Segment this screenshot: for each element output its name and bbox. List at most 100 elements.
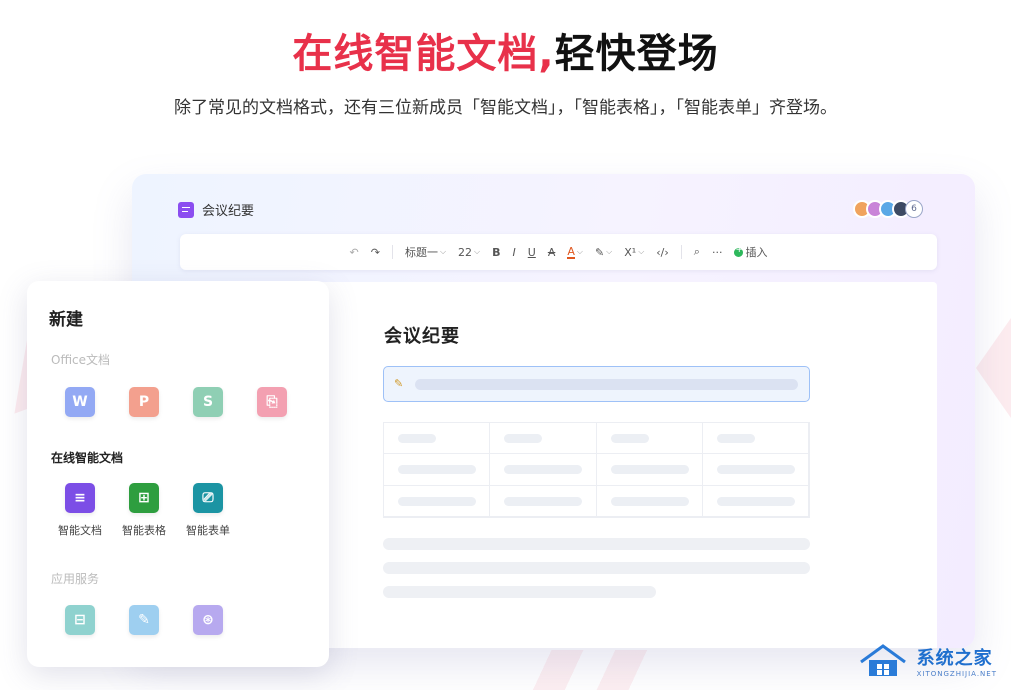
text-placeholder bbox=[504, 434, 543, 443]
hero-title-rest: 轻快登场 bbox=[554, 31, 719, 77]
smart-doc-label: 智能文档 bbox=[58, 524, 102, 537]
document-icon bbox=[178, 201, 194, 218]
text-placeholder bbox=[716, 465, 795, 475]
text-placeholder bbox=[610, 434, 649, 443]
ai-prompt-input[interactable]: ✎ bbox=[383, 366, 810, 402]
service-app-icon: ✎ bbox=[129, 605, 159, 635]
new-spreadsheet-button[interactable]: S bbox=[193, 387, 223, 417]
hero-subtitle: 除了常见的文档格式，还有三位新成员「智能文档」，「智能表格」，「智能表单」齐登场… bbox=[174, 98, 837, 118]
text-placeholder bbox=[383, 562, 810, 574]
new-document-panel: 新建 Office文档 W P S ⎘ 在线智能文档 ≡ 智能文档 ⊞ 智能表格… bbox=[27, 281, 329, 667]
spreadsheet-icon: S bbox=[193, 387, 223, 417]
bold-button[interactable]: B bbox=[492, 246, 500, 259]
highlighter-icon: ✎ bbox=[594, 245, 605, 259]
collaborator-avatars[interactable]: 6 bbox=[853, 200, 923, 218]
site-watermark: 系统之家 XITONGZHIJIA.NET bbox=[855, 642, 997, 680]
service-app-button[interactable]: ⊟ bbox=[65, 605, 95, 635]
hero-title-accent: 在线智能文档, bbox=[292, 31, 555, 77]
smart-doc-icon: ≡ bbox=[65, 483, 95, 513]
underline-button[interactable]: U bbox=[528, 246, 536, 259]
chevron-down-icon: ⌵ bbox=[638, 247, 645, 256]
new-presentation-button[interactable]: P bbox=[129, 387, 159, 417]
new-smart-doc-button[interactable]: ≡ 智能文档 bbox=[58, 483, 102, 538]
watermark-text: 系统之家 XITONGZHIJIA.NET bbox=[917, 644, 997, 678]
pdf-icon: ⎘ bbox=[257, 387, 287, 417]
table-cell[interactable] bbox=[490, 454, 597, 486]
text-placeholder bbox=[398, 496, 476, 506]
collaborator-count-badge[interactable]: 6 bbox=[905, 200, 923, 218]
table-cell[interactable] bbox=[384, 423, 491, 455]
heading-style-dropdown[interactable]: 标题一 ⌵ bbox=[405, 244, 446, 260]
service-app-icon: ⊟ bbox=[65, 605, 95, 635]
strikethrough-button[interactable]: A bbox=[548, 246, 556, 259]
table-cell[interactable] bbox=[702, 423, 809, 455]
new-word-button[interactable]: W bbox=[65, 387, 95, 417]
text-placeholder bbox=[716, 434, 755, 443]
text-placeholder bbox=[398, 434, 436, 443]
table-cell[interactable] bbox=[384, 454, 491, 486]
table-cell[interactable] bbox=[702, 454, 809, 486]
undo-icon[interactable]: ↶ bbox=[350, 246, 359, 259]
service-app-button[interactable]: ⊛ bbox=[193, 605, 223, 635]
redo-icon[interactable]: ↷ bbox=[371, 246, 380, 259]
toolbar-divider bbox=[391, 245, 393, 259]
page-heading[interactable]: 会议纪要 bbox=[384, 322, 460, 348]
pencil-icon: ✎ bbox=[394, 377, 404, 390]
font-size-dropdown[interactable]: 22 ⌵ bbox=[458, 246, 480, 259]
word-icon: W bbox=[65, 387, 95, 417]
smart-sheet-label: 智能表格 bbox=[122, 524, 166, 537]
code-button[interactable]: ‹/› bbox=[656, 246, 669, 259]
new-smart-form-button[interactable]: ⎚ 智能表单 bbox=[186, 483, 230, 538]
chevron-down-icon: ⌵ bbox=[474, 247, 481, 256]
table-cell[interactable] bbox=[702, 485, 809, 517]
plus-icon bbox=[734, 245, 744, 257]
chevron-down-icon: ⌵ bbox=[439, 247, 447, 256]
chevron-down-icon: ⌵ bbox=[606, 247, 613, 256]
heading-style-label: 标题一 bbox=[404, 246, 438, 259]
house-logo-icon bbox=[859, 644, 906, 676]
superscript-icon: X¹ bbox=[624, 245, 637, 259]
doc-title[interactable]: 会议纪要 bbox=[202, 200, 254, 219]
new-smart-sheet-button[interactable]: ⊞ 智能表格 bbox=[122, 483, 166, 538]
text-placeholder bbox=[383, 538, 810, 550]
table-cell[interactable] bbox=[384, 485, 491, 517]
doc-header: 会议纪要 bbox=[178, 200, 254, 219]
chevron-down-icon: ⌵ bbox=[576, 247, 583, 256]
section-services-label: 应用服务 bbox=[51, 572, 100, 586]
text-placeholder bbox=[610, 465, 689, 475]
font-color-icon: A bbox=[567, 244, 575, 259]
section-office-label: Office文档 bbox=[51, 353, 111, 367]
text-placeholder bbox=[383, 586, 656, 598]
table-cell[interactable] bbox=[596, 485, 703, 517]
more-button[interactable]: ··· bbox=[712, 246, 723, 259]
service-app-icon: ⊛ bbox=[193, 605, 223, 635]
table-cell[interactable] bbox=[596, 423, 703, 455]
office-apps-row: W P S ⎘ bbox=[65, 387, 287, 417]
bg-decoration bbox=[976, 318, 1011, 418]
font-size-label: 22 bbox=[458, 245, 473, 259]
service-app-button[interactable]: ✎ bbox=[129, 605, 159, 635]
new-pdf-button[interactable]: ⎘ bbox=[257, 387, 287, 417]
bg-decoration bbox=[440, 650, 740, 690]
highlight-button[interactable]: ✎ ⌵ bbox=[595, 246, 612, 259]
table-cell[interactable] bbox=[490, 423, 597, 455]
panel-title: 新建 bbox=[49, 310, 83, 330]
format-toolbar: ↶ ↷ 标题一 ⌵ 22 ⌵ B I U A A ⌵ ✎ ⌵ X¹ ⌵ ‹/› ⌕ ···… bbox=[180, 234, 937, 270]
font-color-button[interactable]: A ⌵ bbox=[567, 246, 583, 259]
watermark-domain: XITONGZHIJIA.NET bbox=[916, 670, 997, 678]
hero-title: 在线智能文档,轻快登场 bbox=[0, 28, 1011, 80]
superscript-button[interactable]: X¹ ⌵ bbox=[624, 246, 644, 259]
service-apps-row: ⊟ ✎ ⊛ bbox=[65, 605, 223, 635]
input-placeholder-bar bbox=[415, 379, 798, 390]
italic-button[interactable]: I bbox=[513, 246, 516, 259]
section-smart-label: 在线智能文档 bbox=[51, 451, 124, 465]
smart-form-icon: ⎚ bbox=[193, 483, 223, 513]
text-placeholder bbox=[504, 465, 583, 475]
text-placeholder bbox=[504, 496, 583, 506]
table-cell[interactable] bbox=[596, 454, 703, 486]
search-icon[interactable]: ⌕ bbox=[694, 245, 700, 259]
insert-button[interactable]: 插入 bbox=[734, 244, 767, 260]
table-placeholder[interactable] bbox=[383, 422, 810, 518]
table-cell[interactable] bbox=[490, 485, 597, 517]
watermark-name: 系统之家 bbox=[916, 648, 993, 669]
